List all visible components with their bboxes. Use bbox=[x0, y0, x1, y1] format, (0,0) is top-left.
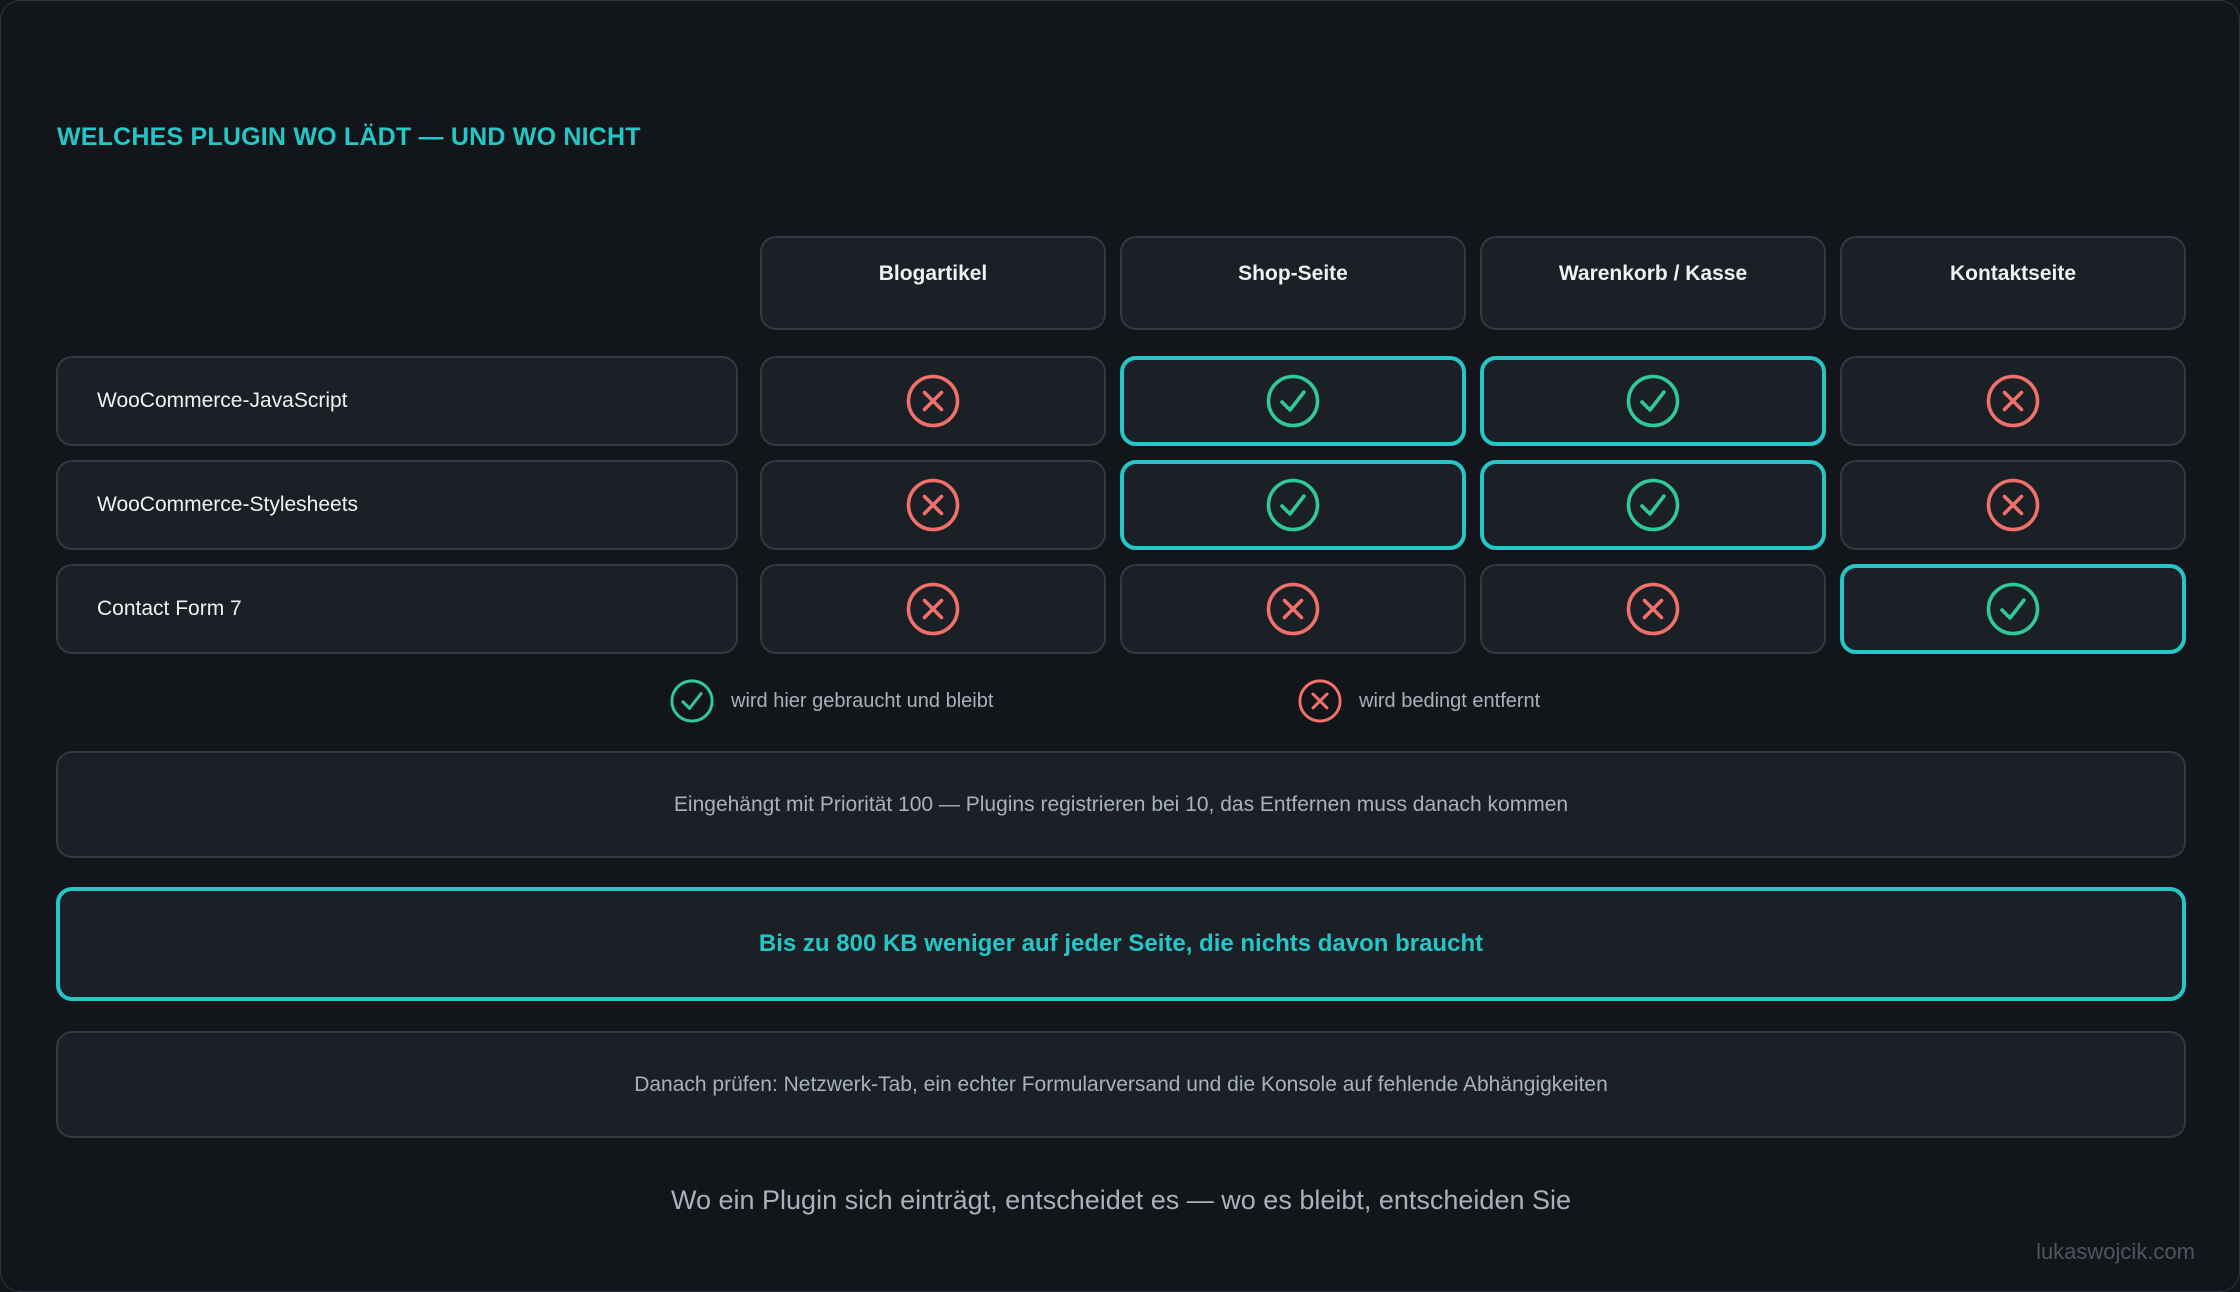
matrix-cell-contact-form-7-shop-seite bbox=[1120, 564, 1466, 654]
check-circle-icon bbox=[1986, 582, 2040, 636]
x-circle-icon bbox=[906, 374, 960, 428]
x-circle-icon bbox=[1266, 582, 1320, 636]
column-header-blogartikel: Blogartikel bbox=[760, 236, 1106, 330]
x-circle-icon bbox=[1986, 478, 2040, 532]
column-header-shop-seite: Shop-Seite bbox=[1120, 236, 1466, 330]
x-circle-icon bbox=[1297, 678, 1359, 724]
row-label-contact-form-7: Contact Form 7 bbox=[56, 564, 738, 654]
row-label-woocommerce-stylesheets: WooCommerce-Stylesheets bbox=[56, 460, 738, 550]
x-circle-icon bbox=[1298, 679, 1342, 723]
matrix-cell-woocommerce-stylesheets-shop-seite bbox=[1120, 460, 1466, 550]
credit-link: lukaswojcik.com bbox=[2036, 1239, 2195, 1264]
column-header-kontaktseite: Kontaktseite bbox=[1840, 236, 2186, 330]
legend-remove: wird bedingt entfernt bbox=[1297, 677, 1540, 725]
note-check: Danach prüfen: Netzwerk-Tab, ein echter … bbox=[56, 1031, 2186, 1138]
matrix-cell-woocommerce-stylesheets-warenkorb-kasse bbox=[1480, 460, 1826, 550]
matrix-cell-woocommerce-stylesheets-kontaktseite bbox=[1840, 460, 2186, 550]
matrix-cell-woocommerce-javascript-warenkorb-kasse bbox=[1480, 356, 1826, 446]
row-label-woocommerce-javascript: WooCommerce-JavaScript bbox=[56, 356, 738, 446]
x-circle-icon bbox=[906, 478, 960, 532]
footer-caption: Wo ein Plugin sich einträgt, entscheidet… bbox=[670, 1185, 1572, 1215]
check-circle-icon bbox=[1266, 478, 1320, 532]
legend-remove-label: wird bedingt entfernt bbox=[1359, 689, 1541, 712]
matrix-cell-contact-form-7-warenkorb-kasse bbox=[1480, 564, 1826, 654]
column-header-warenkorb-kasse: Warenkorb / Kasse bbox=[1480, 236, 1826, 330]
matrix-cell-woocommerce-javascript-blogartikel bbox=[760, 356, 1106, 446]
matrix-cell-contact-form-7-kontaktseite bbox=[1840, 564, 2186, 654]
diagram-frame: WELCHES PLUGIN WO LÄDT — UND WO NICHT Bl… bbox=[0, 0, 2240, 1292]
x-circle-icon bbox=[906, 582, 960, 636]
matrix-cell-woocommerce-stylesheets-blogartikel bbox=[760, 460, 1106, 550]
check-circle-icon bbox=[669, 678, 731, 724]
check-circle-icon bbox=[670, 679, 714, 723]
note-savings: Bis zu 800 KB weniger auf jeder Seite, d… bbox=[56, 887, 2186, 1001]
legend-keep: wird hier gebraucht und bleibt bbox=[669, 677, 993, 725]
x-circle-icon bbox=[1986, 374, 2040, 428]
matrix-cell-contact-form-7-blogartikel bbox=[760, 564, 1106, 654]
note-priority: Eingehängt mit Priorität 100 — Plugins r… bbox=[56, 751, 2186, 858]
matrix-cell-woocommerce-javascript-kontaktseite bbox=[1840, 356, 2186, 446]
legend-keep-label: wird hier gebraucht und bleibt bbox=[731, 689, 994, 712]
matrix-cell-woocommerce-javascript-shop-seite bbox=[1120, 356, 1466, 446]
check-circle-icon bbox=[1626, 374, 1680, 428]
x-circle-icon bbox=[1626, 582, 1680, 636]
diagram-title: WELCHES PLUGIN WO LÄDT — UND WO NICHT bbox=[57, 123, 641, 151]
check-circle-icon bbox=[1626, 478, 1680, 532]
check-circle-icon bbox=[1266, 374, 1320, 428]
